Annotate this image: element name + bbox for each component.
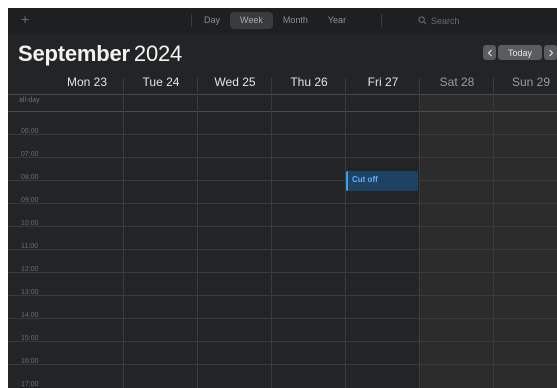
grid-line	[8, 249, 557, 250]
date-navigation: Today	[483, 45, 557, 60]
next-week-button[interactable]	[544, 45, 557, 60]
event-cut-off[interactable]: Cut off	[346, 171, 418, 191]
toolbar-divider	[381, 14, 382, 27]
column-divider	[271, 78, 272, 388]
grid-line	[8, 111, 557, 112]
day-header-sat[interactable]: Sat 28	[420, 75, 494, 89]
grid-line	[8, 134, 557, 135]
hour-label: 16:00	[21, 358, 39, 365]
grid-line	[8, 226, 557, 227]
hour-label: 08:00	[21, 174, 39, 181]
hour-label: 17:00	[21, 381, 39, 388]
day-header-tue[interactable]: Tue 24	[124, 75, 198, 89]
toolbar-divider	[191, 14, 192, 27]
day-header-wed[interactable]: Wed 25	[198, 75, 272, 89]
week-grid[interactable]: all-day 06:00 07:00 08:00 09:00 10:00 11…	[8, 78, 557, 388]
toolbar: + Day Week Month Year	[8, 8, 557, 34]
grid-line	[8, 180, 557, 181]
tab-year[interactable]: Year	[318, 12, 356, 29]
grid-line	[8, 94, 557, 95]
magnifier-icon	[418, 16, 427, 25]
hour-label: 15:00	[21, 335, 39, 342]
all-day-label: all-day	[19, 97, 40, 104]
search-input[interactable]	[431, 15, 541, 26]
day-header-sun[interactable]: Sun 29	[494, 75, 557, 89]
weekend-shading	[420, 94, 557, 388]
hour-label: 09:00	[21, 197, 39, 204]
chevron-right-icon	[548, 49, 553, 56]
hour-label: 06:00	[21, 128, 39, 135]
search-field[interactable]	[412, 12, 557, 29]
today-button[interactable]: Today	[498, 45, 542, 60]
grid-line	[8, 203, 557, 204]
grid-line	[8, 272, 557, 273]
column-divider	[419, 78, 420, 388]
tab-week[interactable]: Week	[230, 12, 273, 29]
chevron-left-icon	[487, 49, 492, 56]
hour-label: 12:00	[21, 266, 39, 273]
day-header-fri[interactable]: Fri 27	[346, 75, 420, 89]
plus-icon: +	[21, 11, 30, 27]
month-year-title: September 2024	[18, 41, 182, 67]
previous-week-button[interactable]	[483, 45, 496, 60]
column-divider	[197, 78, 198, 388]
grid-line	[8, 157, 557, 158]
grid-line	[8, 318, 557, 319]
event-title: Cut off	[352, 175, 378, 184]
hour-label: 11:00	[21, 243, 38, 250]
tab-day[interactable]: Day	[194, 12, 230, 29]
hour-label: 14:00	[21, 312, 39, 319]
month-label: September	[18, 41, 130, 66]
hour-label: 07:00	[21, 151, 39, 158]
day-header-mon[interactable]: Mon 23	[50, 75, 124, 89]
hour-label: 13:00	[21, 289, 39, 296]
view-switcher: Day Week Month Year	[194, 12, 356, 29]
year-label: 2024	[133, 41, 183, 66]
grid-line	[8, 341, 557, 342]
grid-line	[8, 364, 557, 365]
grid-line	[8, 295, 557, 296]
calendar-window: + Day Week Month Year September2024 Toda…	[8, 8, 557, 388]
day-header-thu[interactable]: Thu 26	[272, 75, 346, 89]
column-divider	[493, 78, 494, 388]
hour-label: 10:00	[21, 220, 39, 227]
column-divider	[123, 78, 124, 388]
column-divider	[345, 78, 346, 388]
tab-month[interactable]: Month	[273, 12, 318, 29]
add-event-button[interactable]: +	[21, 12, 29, 26]
